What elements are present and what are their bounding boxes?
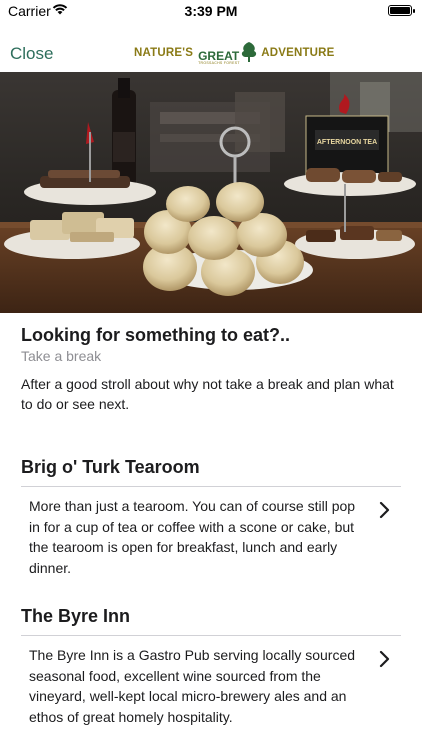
chevron-right-icon (379, 650, 390, 668)
intro-text: After a good stroll about why not take a… (21, 376, 394, 412)
nav-bar: Close NATURE'S GREAT TROSSACHS FOREST AD… (0, 22, 422, 72)
clock: 3:39 PM (184, 3, 238, 19)
place-title: The Byre Inn (21, 606, 131, 626)
place-card-tearoom[interactable]: More than just a tearoom. You can of cou… (21, 496, 401, 580)
place-description: The Byre Inn is a Gastro Pub serving loc… (29, 647, 356, 725)
sign-text: AFTERNOON TEA (317, 139, 377, 146)
afternoon-tea-photo: AFTERNOON TEA (0, 72, 422, 313)
place-card-byre-inn[interactable]: The Byre Inn is a Gastro Pub serving loc… (21, 645, 401, 729)
place-title: Brig o' Turk Tearoom (21, 457, 200, 477)
place-description: More than just a tearoom. You can of cou… (29, 498, 356, 576)
divider (21, 486, 401, 487)
tree-icon (242, 42, 257, 62)
status-bar: Carrier 3:39 PM (0, 0, 422, 22)
close-button[interactable]: Close (10, 44, 53, 64)
app-logo: NATURE'S GREAT TROSSACHS FOREST ADVENTUR… (134, 40, 335, 66)
chevron-right-icon (379, 501, 390, 519)
logo-tagline: TROSSACHS FOREST (198, 61, 240, 65)
hero-image: AFTERNOON TEA (0, 72, 422, 313)
page-subtitle: Take a break (21, 348, 102, 364)
divider (21, 635, 401, 636)
battery-icon (388, 5, 415, 16)
logo-text-left: NATURE'S (134, 47, 194, 59)
logo-text-right: ADVENTURE (261, 47, 335, 59)
page-title: Looking for something to eat?.. (21, 325, 290, 345)
